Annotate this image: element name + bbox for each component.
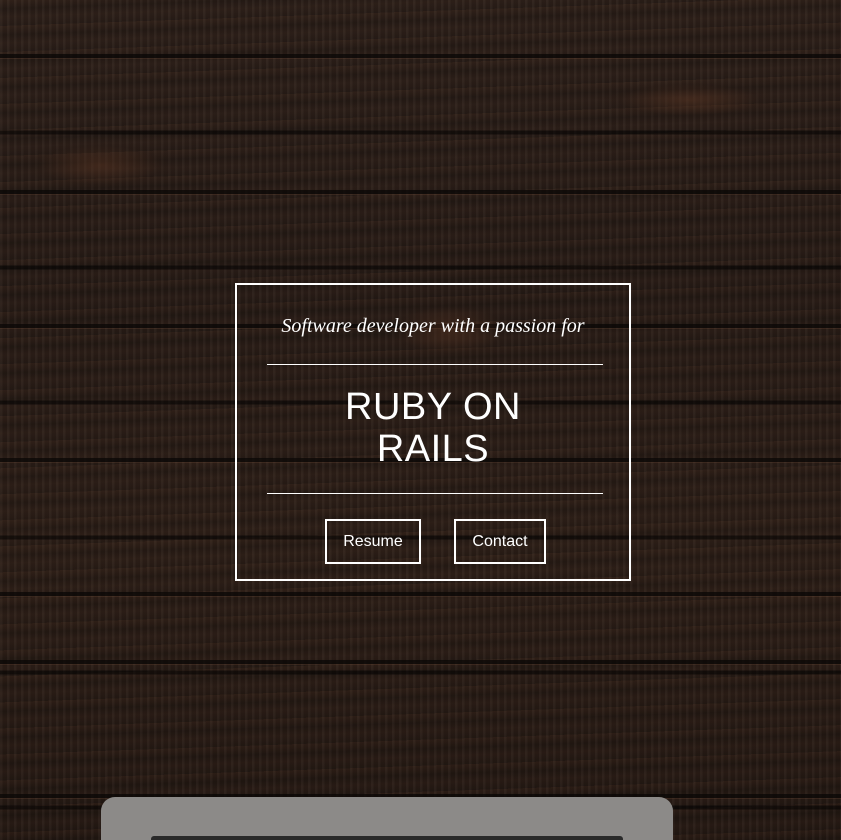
page-background: Software developer with a passion for RU… [0, 0, 841, 840]
resume-button[interactable]: Resume [325, 519, 421, 564]
wood-plank-seam [0, 190, 841, 194]
laptop-icon [101, 797, 673, 840]
wood-plank-seam [0, 54, 841, 58]
contact-button[interactable]: Contact [454, 519, 546, 564]
hero-tagline: Software developer with a passion for [281, 315, 585, 337]
hero-headline-line2: RAILS [376, 428, 490, 470]
hero-headline: RUBY ON RAILS [237, 386, 629, 470]
wood-knot [600, 80, 780, 120]
hero-headline-line1: RUBY ON [345, 386, 521, 428]
hero-divider-bottom [267, 493, 603, 494]
wood-knot [20, 140, 180, 190]
laptop-screen [151, 836, 623, 840]
wood-plank-seam [0, 592, 841, 596]
wood-plank-seam [0, 660, 841, 664]
hero-box: Software developer with a passion for RU… [235, 283, 631, 581]
hero-divider-top [267, 364, 603, 365]
